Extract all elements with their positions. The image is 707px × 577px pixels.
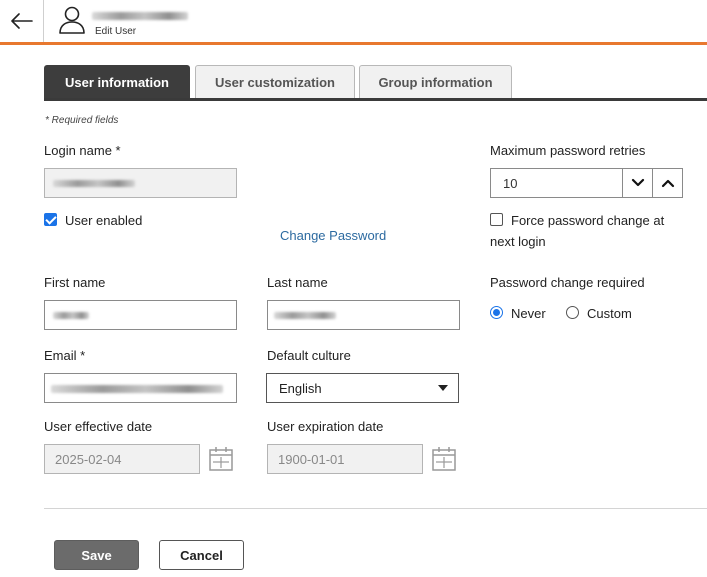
email-label: Email * bbox=[44, 348, 86, 363]
user-enabled-label: User enabled bbox=[65, 213, 143, 228]
login-name-label: Login name * bbox=[44, 143, 121, 158]
password-change-required-label: Password change required bbox=[490, 275, 645, 290]
decrement-button[interactable] bbox=[622, 168, 653, 198]
force-password-change-checkbox[interactable] bbox=[490, 213, 503, 226]
chevron-up-icon bbox=[661, 179, 674, 188]
default-culture-select[interactable]: English bbox=[266, 373, 459, 403]
first-name-field[interactable] bbox=[44, 300, 237, 330]
arrow-left-icon bbox=[10, 13, 33, 29]
max-retries-label: Maximum password retries bbox=[490, 143, 646, 158]
tab-group-information[interactable]: Group information bbox=[359, 65, 512, 99]
tab-user-customization[interactable]: User customization bbox=[195, 65, 355, 99]
calendar-icon[interactable] bbox=[431, 446, 457, 472]
change-password-link[interactable]: Change Password bbox=[280, 228, 386, 243]
chevron-down-icon bbox=[631, 178, 644, 187]
back-button[interactable] bbox=[0, 0, 44, 42]
expiration-date-value: 1900-01-01 bbox=[278, 452, 345, 467]
first-name-label: First name bbox=[44, 275, 106, 290]
effective-date-field[interactable]: 2025-02-04 bbox=[44, 444, 200, 474]
tab-bar: User information User customization Grou… bbox=[44, 65, 707, 101]
expiration-date-field[interactable]: 1900-01-01 bbox=[267, 444, 423, 474]
email-field[interactable] bbox=[44, 373, 237, 403]
cancel-button[interactable]: Cancel bbox=[159, 540, 244, 570]
redacted-email bbox=[51, 385, 223, 393]
force-password-change-label-line2: next login bbox=[490, 234, 546, 249]
user-enabled-checkbox[interactable] bbox=[44, 213, 57, 226]
expiration-date-label: User expiration date bbox=[267, 419, 384, 434]
login-name-field[interactable] bbox=[44, 168, 237, 198]
radio-never[interactable] bbox=[490, 306, 503, 319]
default-culture-value: English bbox=[279, 381, 322, 396]
effective-date-label: User effective date bbox=[44, 419, 153, 434]
save-button[interactable]: Save bbox=[54, 540, 139, 570]
required-fields-note: * Required fields bbox=[45, 115, 119, 126]
effective-date-value: 2025-02-04 bbox=[55, 452, 122, 467]
user-icon bbox=[59, 6, 85, 34]
form-divider bbox=[44, 508, 707, 509]
max-retries-value: 10 bbox=[503, 176, 518, 191]
header-subtitle: Edit User bbox=[95, 26, 137, 37]
redacted-last-name bbox=[274, 312, 336, 319]
tab-user-information[interactable]: User information bbox=[44, 65, 190, 99]
radio-custom[interactable] bbox=[566, 306, 579, 319]
tab-underline bbox=[44, 98, 707, 101]
calendar-icon[interactable] bbox=[208, 446, 234, 472]
last-name-label: Last name bbox=[267, 275, 328, 290]
force-password-change-label-line1: Force password change at bbox=[511, 213, 665, 228]
radio-custom-label: Custom bbox=[587, 306, 632, 321]
max-retries-stepper[interactable]: 10 bbox=[490, 168, 683, 198]
radio-never-label: Never bbox=[511, 306, 546, 321]
dropdown-arrow-icon bbox=[438, 385, 448, 391]
redacted-user-name bbox=[92, 12, 188, 20]
page-header: Edit User bbox=[0, 0, 707, 45]
last-name-field[interactable] bbox=[267, 300, 460, 330]
increment-button[interactable] bbox=[652, 168, 683, 198]
default-culture-label: Default culture bbox=[267, 348, 351, 363]
redacted-login-name bbox=[53, 180, 135, 187]
redacted-first-name bbox=[53, 312, 89, 319]
